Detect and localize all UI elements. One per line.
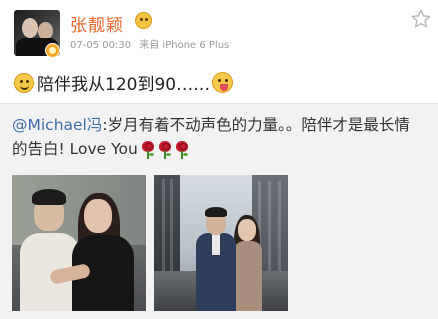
verified-badge-icon <box>45 43 60 58</box>
weibo-post: 张靓颖 07-05 00:30 来自 iPhone 6 Plus 陪伴我从120… <box>0 0 438 319</box>
post-date: 07-05 00:30 <box>70 40 132 51</box>
avatar-face <box>22 18 38 38</box>
username[interactable]: 张靓颖 <box>70 11 124 36</box>
rose-icon <box>158 140 172 159</box>
tongue-emoji-icon <box>212 72 234 93</box>
rose-icon <box>175 140 189 159</box>
rose-icon <box>141 140 155 159</box>
post-meta: 07-05 00:30 来自 iPhone 6 Plus <box>70 36 234 51</box>
smile-emoji-icon <box>14 72 34 93</box>
repost-photo-1[interactable] <box>12 175 146 311</box>
repost-block[interactable]: @Michael冯:岁月有着不动声色的力量。。陪伴才是最长情的告白! Love … <box>0 103 438 319</box>
repost-photo-2[interactable] <box>154 175 288 311</box>
post-source: 来自 iPhone 6 Plus <box>139 40 230 51</box>
repost-text: @Michael冯:岁月有着不动声色的力量。。陪伴才是最长情的告白! Love … <box>12 113 424 161</box>
post-text: 陪伴我从120到90…… <box>37 75 211 95</box>
post-text-line: 陪伴我从120到90…… <box>14 70 234 95</box>
member-emoji-icon <box>135 12 152 29</box>
mention-link[interactable]: @Michael冯 <box>12 116 102 134</box>
favorite-star-icon[interactable] <box>410 8 432 30</box>
